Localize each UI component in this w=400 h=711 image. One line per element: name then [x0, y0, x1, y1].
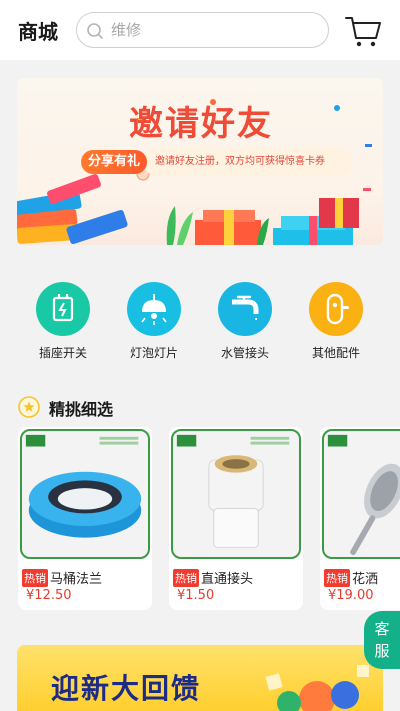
- category-label: 水管接头: [220, 346, 269, 360]
- category-grid: 插座开关 灯泡灯片 水管接头 其他配件: [0, 268, 400, 368]
- category-other[interactable]: 其他配件: [293, 282, 379, 362]
- service-label-1: 客: [374, 620, 390, 638]
- lamp-icon: [127, 282, 181, 336]
- category-socket[interactable]: 插座开关: [20, 282, 106, 362]
- share-gift-button[interactable]: 分享有礼: [81, 150, 147, 174]
- category-label: 灯泡灯片: [129, 346, 178, 360]
- service-label-2: 服: [374, 642, 390, 660]
- promo-title: 迎新大回馈: [51, 672, 202, 705]
- product-card[interactable]: 热销 马桶法兰 ¥12.50: [18, 427, 152, 610]
- product-name-row: 热销 马桶法兰: [22, 567, 103, 587]
- customer-service-button[interactable]: 客 服: [364, 611, 400, 669]
- banner-title: 邀请好友: [129, 104, 273, 144]
- product-card[interactable]: 热销 直通接头 ¥1.50: [169, 427, 303, 610]
- hot-badge: 热销: [324, 568, 350, 587]
- product-name: 马桶法兰: [50, 572, 103, 587]
- faucet-icon: [218, 282, 272, 336]
- product-carousel[interactable]: 热销 马桶法兰 ¥12.50 热销 直通接头 ¥1.50 热销 花洒 ¥19.0…: [0, 424, 400, 614]
- lock-icon: [309, 282, 363, 336]
- search-input[interactable]: [111, 19, 311, 41]
- cart-icon[interactable]: [344, 14, 382, 48]
- promo-banner[interactable]: 迎新大回馈: [17, 645, 383, 711]
- hot-badge: 热销: [173, 568, 199, 587]
- invite-text: 邀请好友注册，双方均可获得惊喜卡券: [143, 148, 353, 176]
- product-price: ¥19.00: [328, 588, 374, 603]
- star-icon: [18, 396, 40, 418]
- product-name: 直通接头: [201, 572, 254, 587]
- category-faucet[interactable]: 水管接头: [202, 282, 288, 362]
- product-image: [171, 429, 301, 559]
- category-lamp[interactable]: 灯泡灯片: [111, 282, 197, 362]
- product-image: [20, 429, 150, 559]
- top-bar: 商城: [0, 0, 400, 60]
- product-image: [322, 429, 400, 559]
- product-name-row: 热销 花洒: [324, 567, 379, 587]
- product-card[interactable]: 热销 花洒 ¥19.00: [320, 427, 400, 610]
- socket-icon: [36, 282, 90, 336]
- product-price: ¥12.50: [26, 588, 72, 603]
- invite-banner[interactable]: 邀请好友 邀请好友注册，双方均可获得惊喜卡券 分享有礼: [17, 78, 383, 245]
- product-price: ¥1.50: [177, 588, 215, 603]
- page-title: 商城: [18, 20, 58, 44]
- section-title: 精挑细选: [49, 400, 114, 419]
- hot-badge: 热销: [22, 568, 48, 587]
- product-name: 花洒: [352, 572, 379, 587]
- search-box[interactable]: [76, 12, 329, 48]
- product-name-row: 热销 直通接头: [173, 567, 254, 587]
- category-label: 插座开关: [38, 346, 87, 360]
- search-icon: [87, 23, 103, 39]
- category-label: 其他配件: [311, 346, 360, 360]
